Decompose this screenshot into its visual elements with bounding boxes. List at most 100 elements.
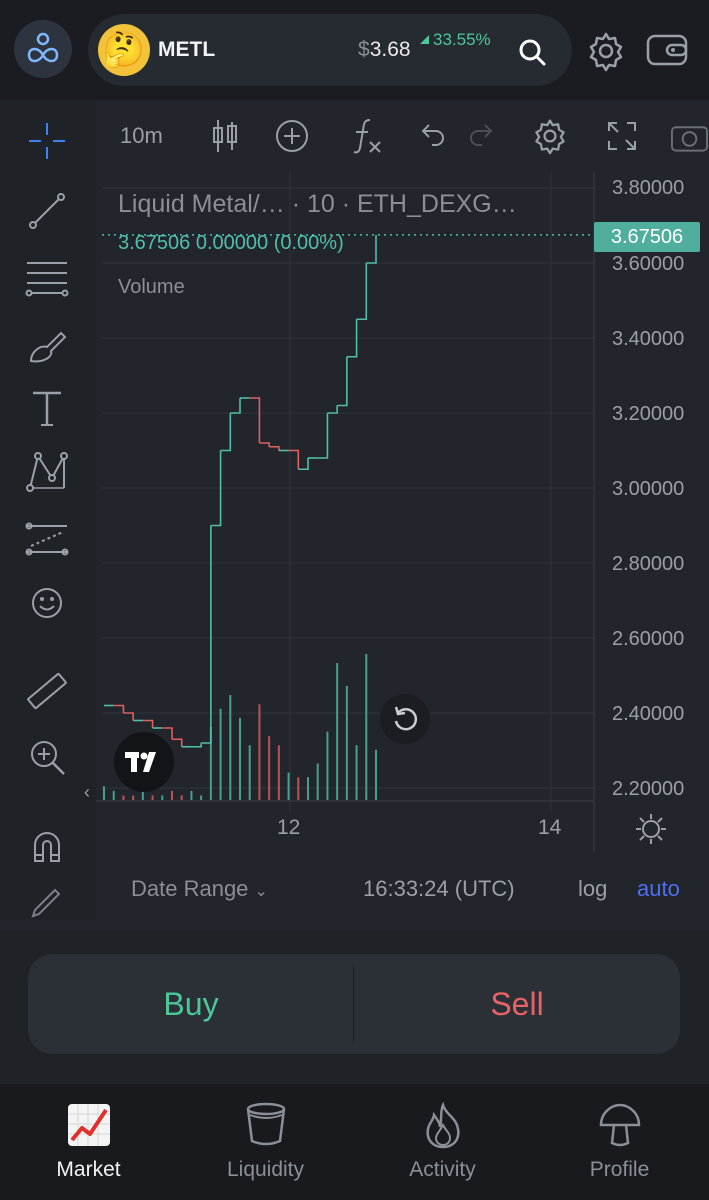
volume-bar bbox=[132, 795, 135, 800]
volume-bar bbox=[122, 795, 125, 800]
volume-bar bbox=[355, 745, 358, 800]
undo-button[interactable] bbox=[414, 114, 448, 158]
volume-bar bbox=[375, 749, 377, 800]
bucket-icon bbox=[241, 1100, 291, 1150]
nav-liquidity[interactable]: Liquidity bbox=[177, 1084, 354, 1200]
pencil-lock-icon bbox=[31, 888, 61, 918]
auto-scale-toggle[interactable]: auto bbox=[637, 876, 680, 902]
volume-bar bbox=[219, 708, 222, 800]
interval-button[interactable]: 10m bbox=[120, 114, 163, 158]
fib-lines-icon bbox=[25, 262, 69, 297]
lock-drawing-tool[interactable] bbox=[22, 882, 72, 918]
nav-profile[interactable]: Profile bbox=[531, 1084, 708, 1200]
brush-icon bbox=[29, 331, 67, 363]
tradingview-logo[interactable] bbox=[114, 732, 174, 792]
chart-settings-button[interactable] bbox=[530, 114, 570, 158]
projection-tool[interactable] bbox=[22, 514, 72, 564]
indicators-button[interactable] bbox=[346, 114, 386, 158]
add-compare-button[interactable] bbox=[272, 114, 312, 158]
crosshair-tool[interactable] bbox=[22, 116, 72, 166]
price-step bbox=[356, 263, 368, 321]
volume-bar bbox=[277, 745, 280, 800]
volume-bar bbox=[141, 790, 144, 800]
volume-bar bbox=[151, 795, 154, 800]
volume-legend: Volume bbox=[118, 276, 185, 298]
drawing-toolbar bbox=[0, 100, 96, 920]
redo-button[interactable] bbox=[466, 114, 500, 158]
brush-tool[interactable] bbox=[22, 322, 72, 372]
chart-footer: Date Range ⌄ 16:33:24 (UTC) log auto bbox=[96, 858, 709, 920]
camera-icon bbox=[670, 126, 709, 152]
wallet-icon bbox=[646, 34, 688, 66]
price-step bbox=[191, 743, 202, 748]
buy-button[interactable]: Buy bbox=[28, 954, 354, 1054]
volume-bar bbox=[345, 685, 348, 800]
crosshair-icon bbox=[29, 123, 65, 159]
y-tick: 2.60000 bbox=[612, 628, 685, 650]
price-step bbox=[298, 458, 309, 471]
log-scale-toggle[interactable]: log bbox=[578, 876, 607, 902]
price-step bbox=[327, 405, 338, 414]
time-axis-settings-button[interactable] bbox=[634, 812, 668, 846]
volume-bar bbox=[161, 795, 164, 800]
volume-bar bbox=[258, 704, 261, 800]
bottom-nav: Market Liquidity Activity Profile bbox=[0, 1084, 709, 1200]
search-button[interactable] bbox=[512, 32, 552, 72]
chart-toolbar: 10m bbox=[96, 100, 709, 172]
nav-label: Profile bbox=[589, 1158, 650, 1181]
price-change-value: 33.55% bbox=[433, 30, 491, 49]
last-price-tag: 3.67506 bbox=[594, 222, 700, 252]
price-step bbox=[172, 738, 183, 747]
volume-bar bbox=[287, 772, 290, 800]
utc-clock[interactable]: 16:33:24 (UTC) bbox=[363, 876, 515, 902]
date-range-button[interactable]: Date Range ⌄ bbox=[131, 876, 268, 902]
token-selector[interactable]: 🤔 METL $3.68 33.55% bbox=[88, 14, 572, 86]
fullscreen-icon bbox=[608, 122, 636, 150]
x-tick: 14 bbox=[538, 816, 562, 839]
nav-label: Liquidity bbox=[226, 1158, 305, 1181]
price-change: 33.55% bbox=[420, 30, 491, 50]
settings-button[interactable] bbox=[585, 30, 627, 72]
price-step bbox=[220, 413, 232, 452]
nav-activity[interactable]: Activity bbox=[354, 1084, 531, 1200]
text-icon bbox=[33, 391, 61, 426]
chart-type-button[interactable] bbox=[208, 114, 242, 158]
undo-icon bbox=[421, 124, 444, 146]
reset-chart-button[interactable] bbox=[380, 694, 430, 744]
fib-tool[interactable] bbox=[22, 252, 72, 302]
top-bar: 🤔 METL $3.68 33.55% bbox=[0, 0, 709, 100]
candles-icon bbox=[213, 120, 237, 152]
y-tick: 3.00000 bbox=[612, 478, 685, 500]
date-range-label: Date Range bbox=[131, 876, 249, 901]
trend-line-icon bbox=[29, 193, 65, 229]
token-avatar: 🤔 bbox=[98, 24, 150, 76]
zoom-tool[interactable] bbox=[22, 732, 72, 782]
y-tick: 3.60000 bbox=[612, 253, 685, 275]
sell-button[interactable]: Sell bbox=[354, 954, 680, 1054]
price-step bbox=[162, 727, 173, 740]
trend-line-tool[interactable] bbox=[22, 186, 72, 236]
token-price: $3.68 bbox=[358, 38, 411, 62]
fire-icon bbox=[418, 1100, 468, 1150]
app-logo-icon[interactable] bbox=[14, 20, 72, 78]
volume-bar bbox=[171, 790, 173, 800]
nav-market[interactable]: Market bbox=[0, 1084, 177, 1200]
projection-icon bbox=[25, 522, 69, 556]
screenshot-button[interactable] bbox=[670, 114, 709, 158]
scroll-left-icon[interactable]: ‹ bbox=[84, 782, 90, 803]
volume-bar bbox=[365, 654, 368, 800]
emoji-tool[interactable] bbox=[22, 578, 72, 628]
chevron-down-icon: ⌄ bbox=[254, 883, 268, 900]
y-tick: 2.20000 bbox=[612, 778, 685, 800]
text-tool[interactable] bbox=[22, 384, 72, 434]
volume-bar bbox=[190, 790, 193, 800]
price-step bbox=[142, 719, 154, 728]
magnet-tool[interactable] bbox=[22, 822, 72, 872]
ruler-tool[interactable] bbox=[22, 666, 72, 716]
wallet-button[interactable] bbox=[645, 30, 689, 70]
fullscreen-button[interactable] bbox=[604, 114, 640, 158]
tradingview-logo-icon bbox=[125, 752, 156, 772]
pattern-icon bbox=[26, 452, 68, 492]
pattern-tool[interactable] bbox=[22, 446, 72, 496]
y-tick: 2.80000 bbox=[612, 553, 685, 575]
